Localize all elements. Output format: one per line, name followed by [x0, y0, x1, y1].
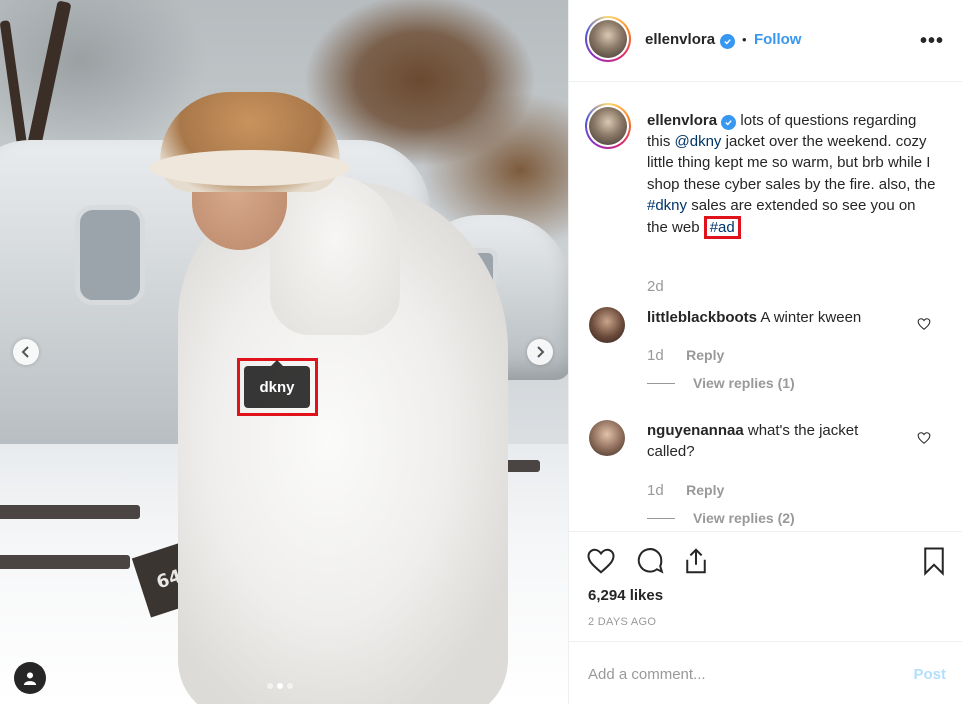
follow-button[interactable]: Follow: [754, 31, 802, 48]
post-side-panel: ellenvlora • Follow ••• ellenvlora lots …: [568, 0, 962, 704]
comment-input[interactable]: Add a comment...: [588, 666, 706, 683]
hat-brim: [150, 150, 350, 186]
author-username[interactable]: ellenvlora: [645, 31, 715, 48]
hashtag-link[interactable]: #dkny: [647, 197, 687, 214]
trailer-window: [75, 205, 145, 305]
bench: [0, 505, 140, 519]
carousel-indicator: [267, 683, 293, 689]
comment: littleblackboots A winter kween: [647, 307, 907, 328]
like-heart-icon[interactable]: [586, 546, 616, 576]
post-comment-button[interactable]: Post: [913, 666, 946, 683]
commenter-avatar[interactable]: [589, 420, 625, 456]
reply-button[interactable]: Reply: [686, 347, 724, 363]
like-comment-heart-icon[interactable]: [917, 431, 931, 445]
comment-username[interactable]: littleblackboots: [647, 309, 757, 326]
comment-username[interactable]: nguyenannaa: [647, 422, 744, 439]
post-date: 2 DAYS AGO: [588, 616, 657, 628]
product-tag[interactable]: dkny: [244, 360, 310, 408]
save-bookmark-icon[interactable]: [919, 546, 949, 576]
view-replies-label: View replies (1): [693, 375, 795, 391]
more-options-icon[interactable]: •••: [920, 30, 944, 53]
person-icon: [23, 672, 37, 685]
separator-dot: •: [741, 32, 747, 47]
comments-list[interactable]: ellenvlora lots of questions regarding t…: [569, 83, 962, 531]
reply-button[interactable]: Reply: [686, 482, 724, 498]
comment-meta: 1d Reply: [647, 482, 724, 500]
next-photo-button[interactable]: [527, 339, 553, 365]
share-icon[interactable]: [681, 546, 711, 576]
commenter-avatar[interactable]: [589, 307, 625, 343]
post-actions: 6,294 likes 2 DAYS AGO: [569, 531, 962, 641]
bench: [0, 555, 130, 569]
post-photo[interactable]: 64 dkny: [0, 0, 568, 704]
comment-time: 1d: [647, 482, 664, 499]
previous-photo-button[interactable]: [13, 339, 39, 365]
mention-link[interactable]: @dkny: [675, 133, 722, 150]
comment-time: 1d: [647, 347, 664, 364]
ad-hashtag-link[interactable]: #ad: [710, 219, 735, 236]
add-comment-bar: Add a comment... Post: [569, 641, 962, 704]
comment: nguyenannaa what's the jacket called?: [647, 420, 897, 462]
carousel-dot: [287, 683, 293, 689]
post-caption: ellenvlora lots of questions regarding t…: [647, 110, 937, 240]
comment-text: A winter kween: [760, 309, 862, 326]
comment-meta: 1d Reply: [647, 347, 724, 365]
carousel-dot: [267, 683, 273, 689]
caption-username[interactable]: ellenvlora: [647, 112, 717, 129]
chevron-left-icon: [21, 346, 29, 358]
chevron-right-icon: [537, 346, 545, 358]
likes-count[interactable]: 6,294 likes: [588, 587, 663, 604]
verified-badge-icon: [719, 34, 735, 49]
view-replies-label: View replies (2): [693, 510, 795, 526]
tagged-users-button[interactable]: [14, 662, 46, 694]
caption-author-avatar[interactable]: [585, 103, 631, 149]
coat-hood: [270, 175, 400, 335]
view-replies-button[interactable]: View replies (1): [647, 375, 795, 391]
ad-hashtag-highlight: #ad: [703, 216, 741, 240]
view-replies-button[interactable]: View replies (2): [647, 510, 795, 526]
carousel-dot-active: [277, 683, 283, 689]
caption-text: sales are extended so see you on the web: [647, 196, 916, 237]
author-avatar[interactable]: [585, 16, 631, 62]
header-user-row: ellenvlora • Follow: [645, 31, 801, 49]
verified-badge-icon: [721, 115, 737, 130]
like-comment-heart-icon[interactable]: [917, 317, 931, 331]
caption-time: 2d: [647, 278, 664, 295]
post-header: ellenvlora • Follow •••: [569, 0, 962, 82]
comment-bubble-icon[interactable]: [635, 546, 665, 576]
